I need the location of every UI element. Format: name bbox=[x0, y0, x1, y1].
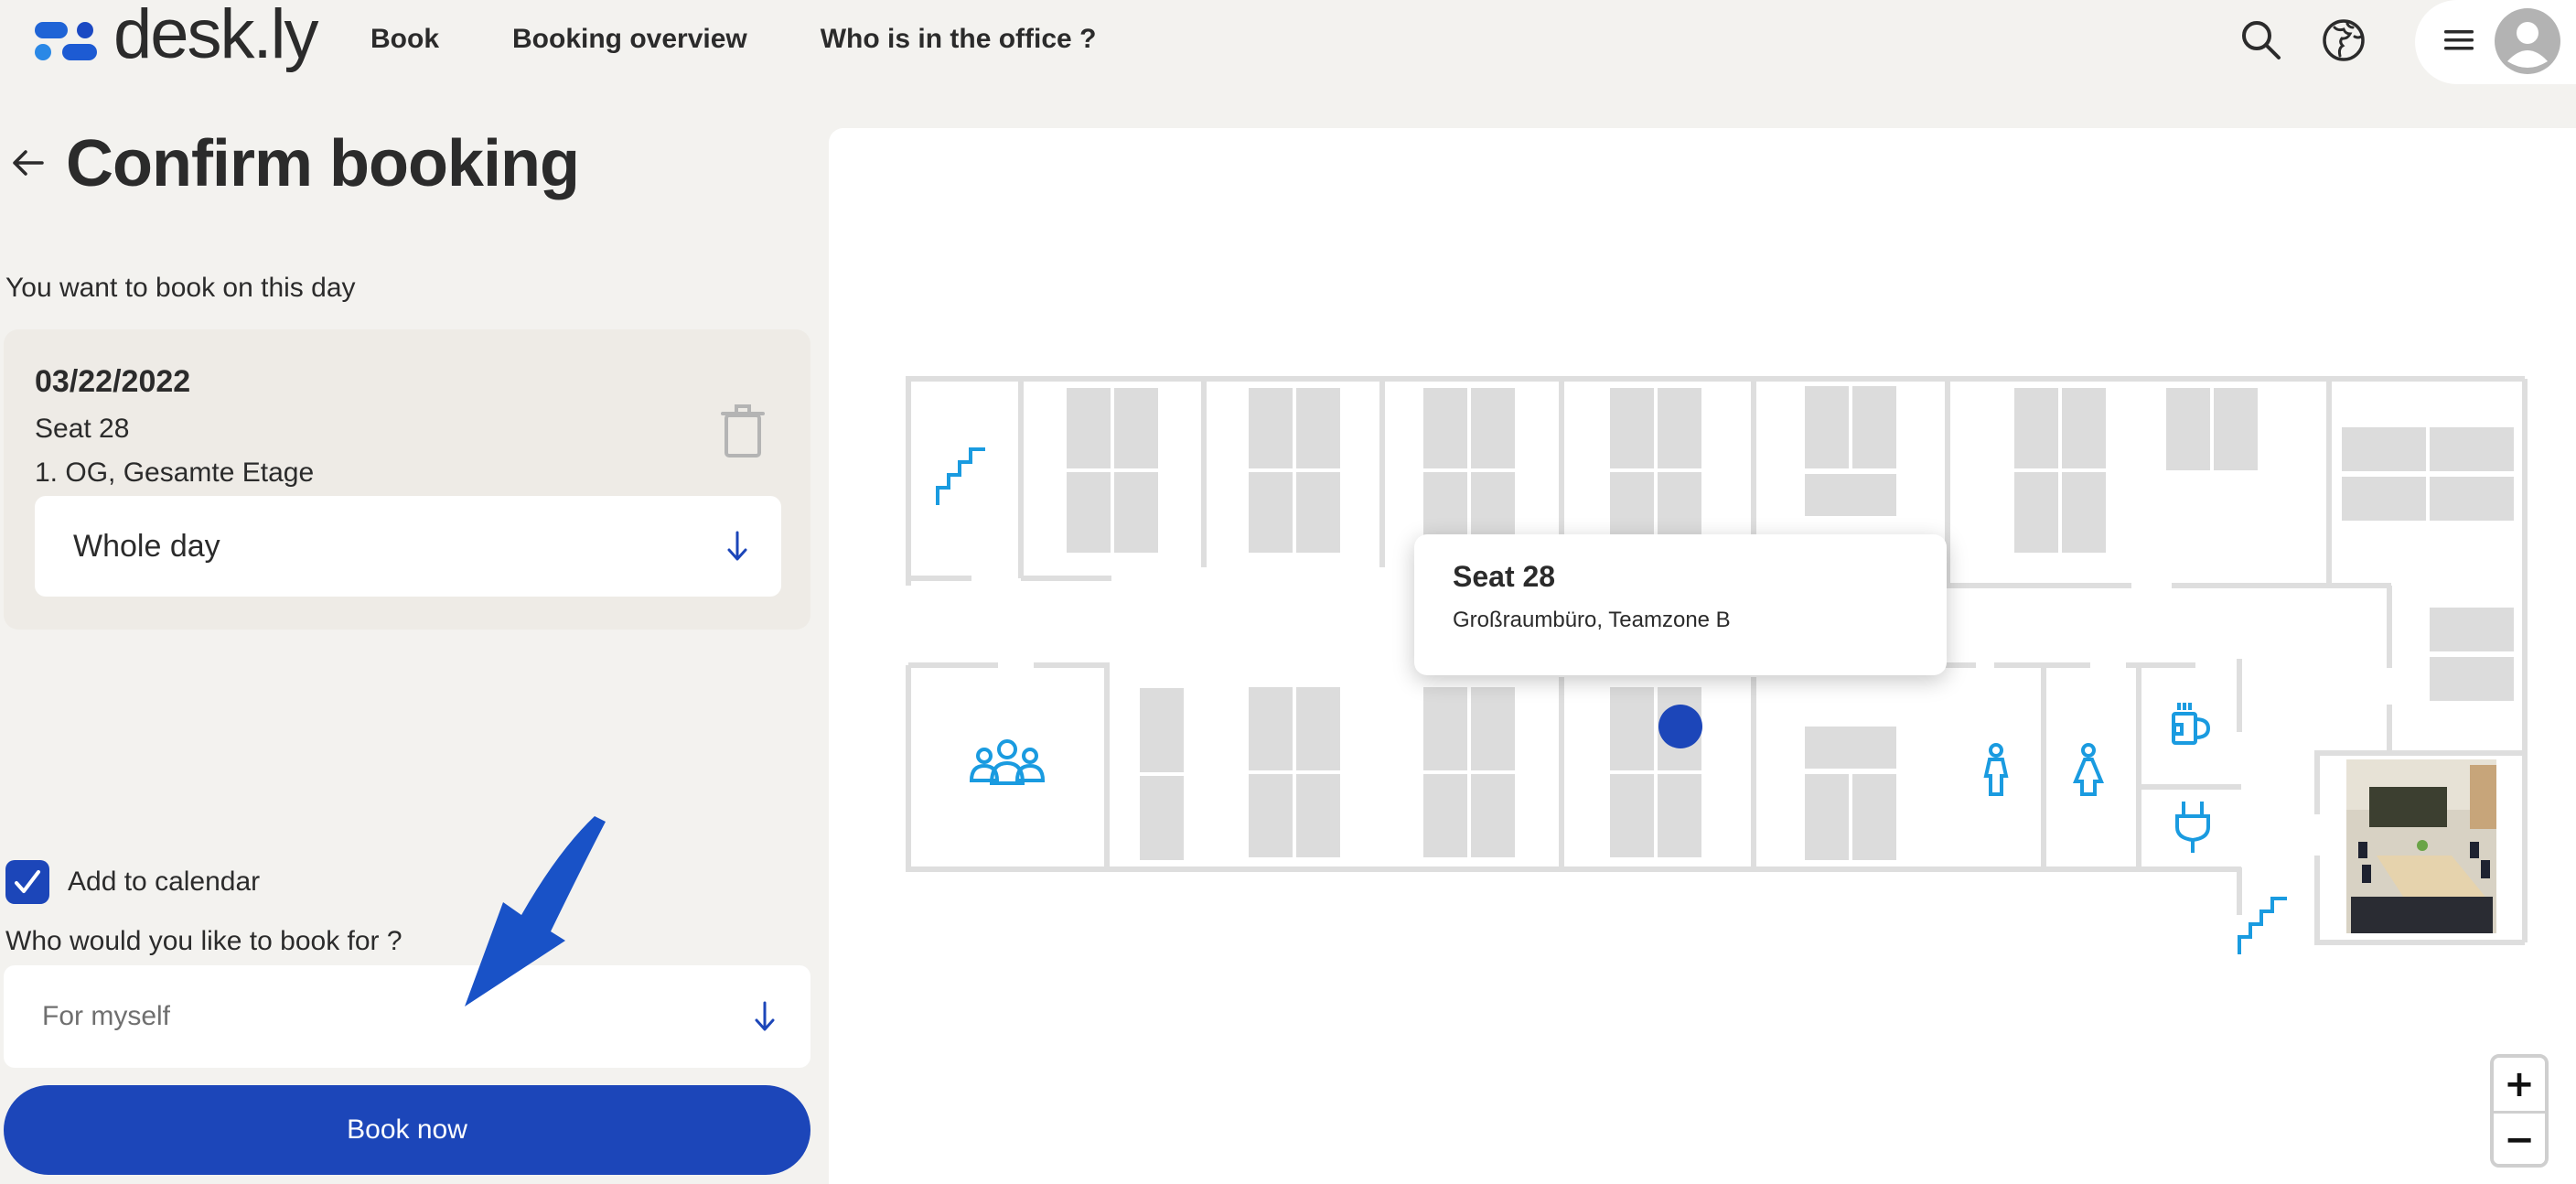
desk[interactable] bbox=[1249, 388, 1293, 468]
avatar[interactable] bbox=[2495, 8, 2560, 74]
booking-card: 03/22/2022 Seat 28 1. OG, Gesamte Etage … bbox=[4, 329, 810, 630]
desk[interactable] bbox=[2214, 388, 2258, 470]
desk[interactable] bbox=[1805, 474, 1896, 516]
arrow-down-icon bbox=[755, 1001, 775, 1031]
desk[interactable] bbox=[1249, 472, 1293, 553]
desk[interactable] bbox=[2014, 472, 2058, 553]
desk[interactable] bbox=[1423, 388, 1467, 468]
desk[interactable] bbox=[1805, 774, 1849, 860]
meeting-room-icon bbox=[969, 739, 1046, 785]
desk[interactable] bbox=[2430, 477, 2514, 521]
desk[interactable] bbox=[1067, 388, 1111, 468]
book-for-label: Who would you like to book for ? bbox=[5, 926, 402, 956]
desk[interactable] bbox=[2342, 427, 2426, 471]
desk[interactable] bbox=[1610, 687, 1654, 770]
book-for-value: For myself bbox=[42, 1001, 171, 1031]
globe-icon[interactable] bbox=[2320, 16, 2367, 64]
desk[interactable] bbox=[2342, 477, 2426, 521]
nav-who-is-in-office[interactable]: Who is in the office ? bbox=[821, 24, 1097, 55]
tooltip-subtitle: Großraumbüro, Teamzone B bbox=[1453, 608, 1731, 632]
zoom-control: + − bbox=[2490, 1054, 2549, 1168]
power-plug-icon bbox=[2175, 802, 2210, 853]
desk[interactable] bbox=[1471, 774, 1515, 857]
duration-select[interactable]: Whole day bbox=[35, 496, 781, 597]
menu-icon[interactable] bbox=[2444, 29, 2474, 51]
booking-day-label: You want to book on this day bbox=[5, 273, 356, 303]
desk[interactable] bbox=[1805, 386, 1849, 468]
desk[interactable] bbox=[2430, 657, 2514, 701]
zoom-out-button[interactable]: − bbox=[2494, 1111, 2545, 1164]
desk[interactable] bbox=[1114, 472, 1158, 553]
desk[interactable] bbox=[1140, 776, 1184, 860]
desk[interactable] bbox=[1296, 472, 1340, 553]
desk[interactable] bbox=[1140, 688, 1184, 772]
coffee-icon bbox=[2172, 703, 2211, 745]
desk[interactable] bbox=[2430, 608, 2514, 651]
booking-date: 03/22/2022 bbox=[35, 364, 191, 399]
selected-seat-28[interactable] bbox=[1658, 705, 1702, 748]
desk[interactable] bbox=[1852, 386, 1896, 468]
add-to-calendar-checkbox[interactable] bbox=[5, 860, 49, 904]
desk[interactable] bbox=[1423, 774, 1467, 857]
add-to-calendar-row: Add to calendar bbox=[5, 860, 260, 904]
desk[interactable] bbox=[1610, 774, 1654, 857]
desk[interactable] bbox=[2430, 427, 2514, 471]
tooltip-title: Seat 28 bbox=[1453, 560, 1556, 593]
desk[interactable] bbox=[2166, 388, 2210, 470]
desk[interactable] bbox=[1471, 687, 1515, 770]
floor-plan-map[interactable]: Seat 28 Großraumbüro, Teamzone B + − bbox=[829, 128, 2576, 1184]
back-arrow-icon[interactable] bbox=[9, 145, 46, 181]
female-restroom-icon bbox=[2073, 743, 2104, 796]
desk[interactable] bbox=[1114, 388, 1158, 468]
search-icon[interactable] bbox=[2238, 16, 2285, 64]
book-now-button[interactable]: Book now bbox=[4, 1085, 810, 1175]
desk[interactable] bbox=[2062, 388, 2106, 468]
male-restroom-icon bbox=[1983, 743, 2009, 796]
checkmark-icon bbox=[15, 870, 40, 893]
desk[interactable] bbox=[1852, 774, 1896, 860]
desk[interactable] bbox=[1610, 388, 1654, 468]
desk[interactable] bbox=[1423, 687, 1467, 770]
desk[interactable] bbox=[1249, 687, 1293, 770]
avatar-icon bbox=[2507, 22, 2548, 68]
zoom-in-button[interactable]: + bbox=[2494, 1058, 2545, 1111]
desk[interactable] bbox=[2062, 472, 2106, 553]
desk[interactable] bbox=[1658, 388, 1701, 468]
add-to-calendar-label[interactable]: Add to calendar bbox=[68, 866, 260, 898]
booking-seat: Seat 28 bbox=[35, 414, 130, 444]
booking-panel: Confirm booking You want to book on this… bbox=[0, 0, 814, 1175]
desk[interactable] bbox=[1658, 774, 1701, 857]
desk[interactable] bbox=[1296, 388, 1340, 468]
seat-tooltip: Seat 28 Großraumbüro, Teamzone B bbox=[1414, 534, 1947, 675]
desk[interactable] bbox=[2014, 388, 2058, 468]
page-title: Confirm booking bbox=[66, 127, 580, 200]
booking-location: 1. OG, Gesamte Etage bbox=[35, 457, 315, 488]
desk[interactable] bbox=[1296, 774, 1340, 857]
book-for-select[interactable]: For myself bbox=[4, 965, 810, 1068]
desk[interactable] bbox=[1296, 687, 1340, 770]
desk[interactable] bbox=[1067, 472, 1111, 553]
room-photo[interactable] bbox=[2346, 759, 2496, 933]
desk[interactable] bbox=[1471, 388, 1515, 468]
stairs-icon bbox=[936, 447, 985, 505]
desk[interactable] bbox=[1805, 727, 1896, 769]
desk[interactable] bbox=[1249, 774, 1293, 857]
stairs-icon bbox=[2238, 897, 2287, 954]
duration-value: Whole day bbox=[73, 528, 220, 564]
arrow-down-icon bbox=[727, 531, 747, 561]
trash-icon[interactable] bbox=[721, 403, 765, 457]
